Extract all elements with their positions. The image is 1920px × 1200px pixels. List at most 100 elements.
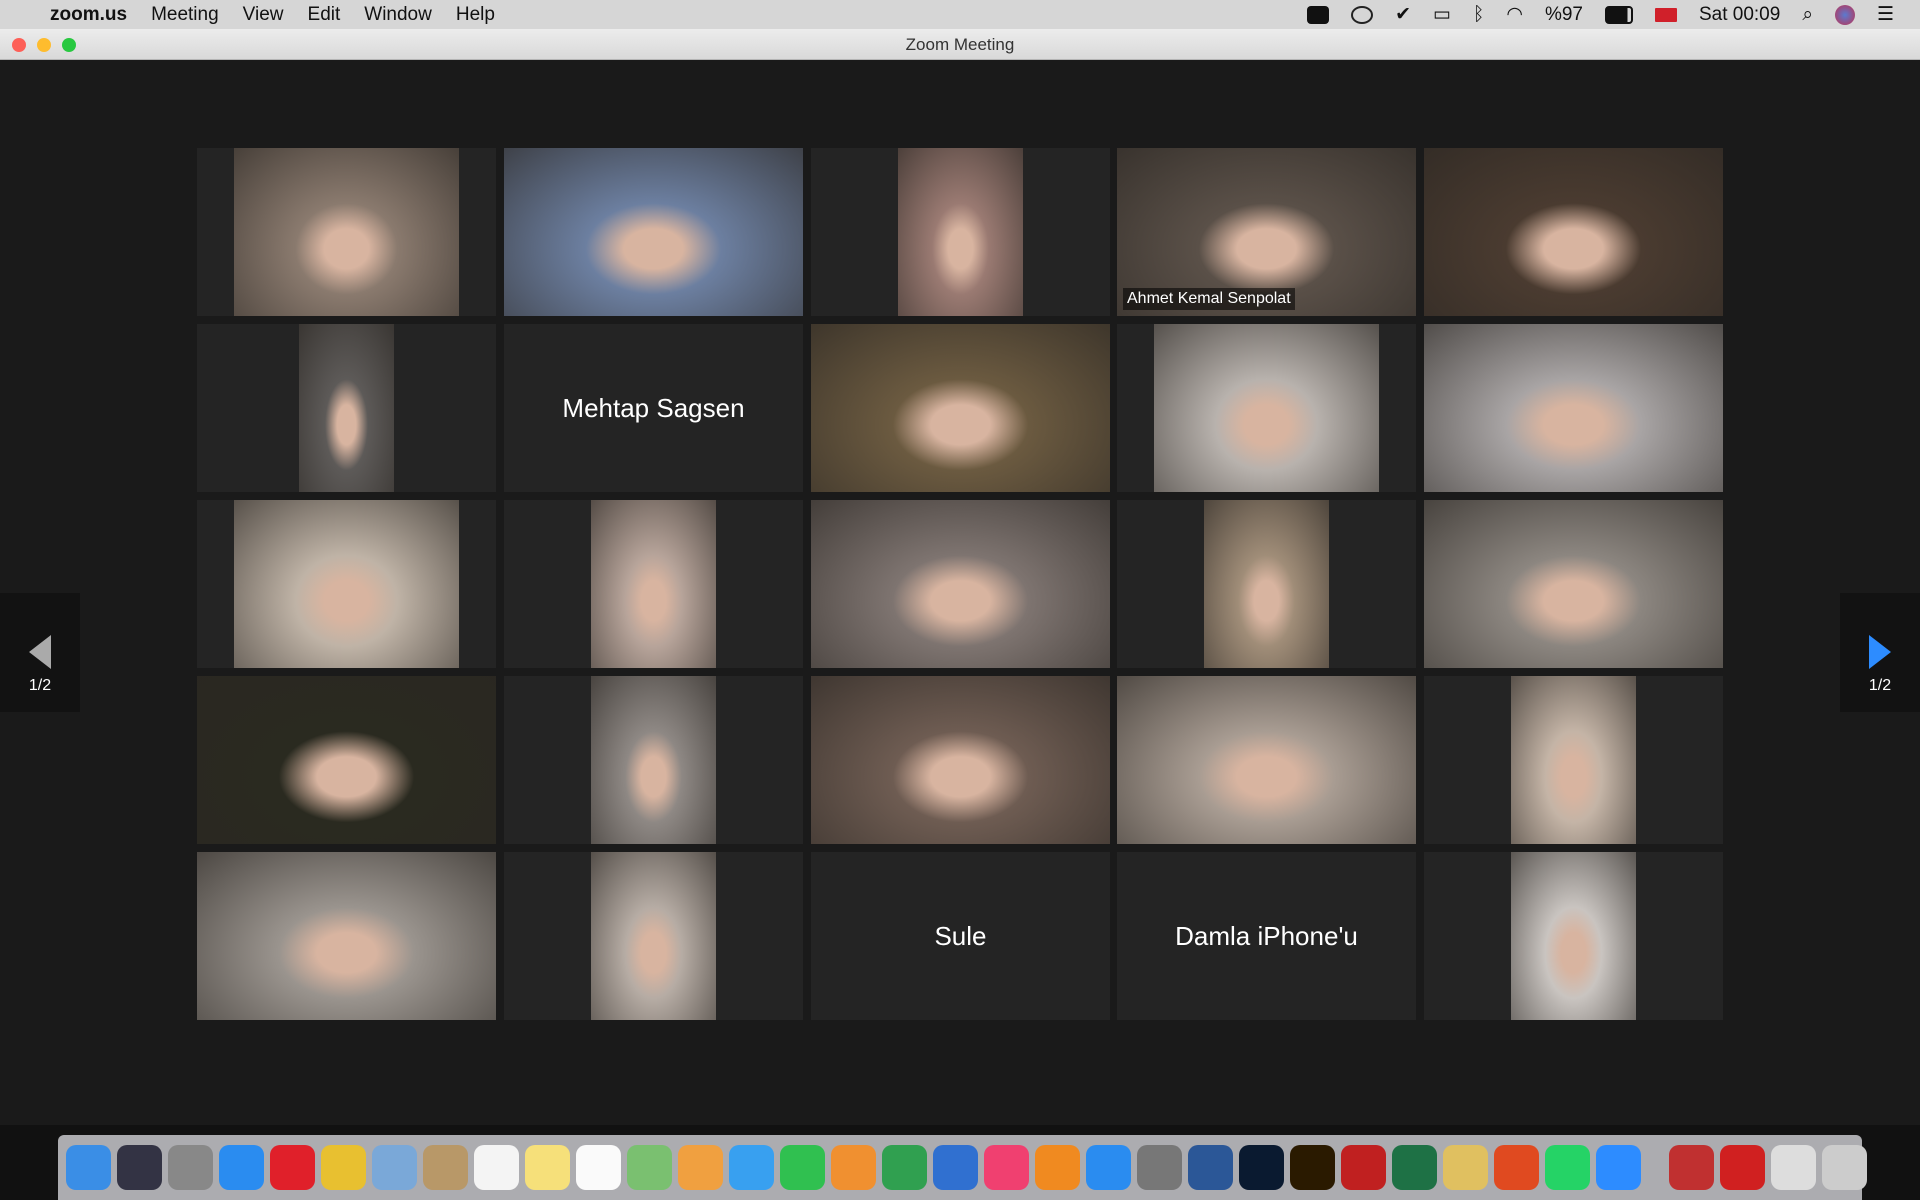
participant-video [1424,324,1723,492]
zoom-status-icon[interactable] [1307,5,1330,24]
numbers-icon[interactable] [882,1145,927,1190]
participant-tile[interactable] [1424,676,1723,844]
menu-app[interactable]: zoom.us [50,4,127,26]
menu-meeting[interactable]: Meeting [151,4,219,26]
participant-tile[interactable] [197,852,496,1020]
participant-video [811,676,1110,844]
itunes-icon[interactable] [984,1145,1029,1190]
spotlight-icon[interactable]: ⌕ [1802,4,1813,26]
arrow-left-icon [29,635,51,669]
participant-video [1204,500,1329,668]
notification-center-icon[interactable]: ☰ [1877,3,1894,26]
minimize-button[interactable] [37,38,51,52]
airplay-icon[interactable]: ▭ [1433,3,1451,26]
participant-tile[interactable] [811,324,1110,492]
wifi-icon[interactable]: ◠ [1506,3,1523,26]
word-icon[interactable] [1188,1145,1233,1190]
scissors-icon[interactable] [1443,1145,1488,1190]
zoom-window-button[interactable] [62,38,76,52]
participant-tile[interactable] [1424,324,1723,492]
pdf-doc-icon[interactable] [1669,1145,1714,1190]
participant-name-label: Ahmet Kemal Senpolat [1123,288,1295,310]
participant-video [504,148,803,316]
participant-tile[interactable] [1424,500,1723,668]
participant-tile[interactable]: Sule [811,852,1110,1020]
participant-tile[interactable] [197,676,496,844]
arrow-right-icon [1869,635,1891,669]
dock [58,1135,1867,1200]
acrobat-icon[interactable] [1341,1145,1386,1190]
bluetooth-icon[interactable]: ᛒ [1473,4,1484,26]
facetime-icon[interactable] [780,1145,825,1190]
excel-icon[interactable] [1392,1145,1437,1190]
trash-icon[interactable] [1822,1145,1867,1190]
opera-icon[interactable] [270,1145,315,1190]
menu-window[interactable]: Window [364,4,432,26]
participant-video [591,852,716,1020]
participant-video [898,148,1023,316]
zoom-icon[interactable] [1596,1145,1641,1190]
participant-tile[interactable]: Ahmet Kemal Senpolat [1117,148,1416,316]
participant-tile[interactable] [811,500,1110,668]
participant-tile[interactable] [504,148,803,316]
pages-icon[interactable] [831,1145,876,1190]
notes-icon[interactable] [525,1145,570,1190]
photos-icon[interactable] [678,1145,723,1190]
participant-video [1117,676,1416,844]
gallery-view: Ahmet Kemal Senpolat Mehtap Sagsen Sule Dam… [0,60,1920,1125]
keynote-icon[interactable] [933,1145,978,1190]
system-preferences-icon[interactable] [1137,1145,1182,1190]
creative-cloud-icon[interactable] [1351,5,1374,24]
clock[interactable]: Sat 00:09 [1699,4,1780,26]
messages-icon[interactable] [729,1145,774,1190]
participant-tile[interactable] [504,852,803,1020]
menu-edit[interactable]: Edit [308,4,341,26]
siri-icon[interactable] [1834,4,1855,25]
illustrator-icon[interactable] [1290,1145,1335,1190]
whatsapp-icon[interactable] [1545,1145,1590,1190]
participant-tile[interactable]: Mehtap Sagsen [504,324,803,492]
page-indicator-left: 1/2 [28,677,52,694]
photoshop-icon[interactable] [1239,1145,1284,1190]
participant-tile[interactable] [811,148,1110,316]
battery-percent: %97 [1544,3,1583,25]
menu-help[interactable]: Help [456,4,495,26]
acrobat-reader-icon[interactable] [1720,1145,1765,1190]
app-store-icon[interactable] [1086,1145,1131,1190]
close-button[interactable] [12,38,26,52]
safari-icon[interactable] [219,1145,264,1190]
participant-tile[interactable] [1424,852,1723,1020]
participant-tile[interactable] [811,676,1110,844]
participant-tile[interactable] [197,500,496,668]
participant-video [1511,852,1636,1020]
menu-view[interactable]: View [243,4,284,26]
calendar-icon[interactable] [474,1145,519,1190]
contacts-icon[interactable] [423,1145,468,1190]
participant-tile[interactable] [197,324,496,492]
participant-tile[interactable] [1117,324,1416,492]
books-icon[interactable] [1035,1145,1080,1190]
finder-icon[interactable] [66,1145,111,1190]
launchpad-icon[interactable] [168,1145,213,1190]
flag-icon[interactable] [1654,7,1677,22]
previous-page-button[interactable]: 1/2 [0,593,80,712]
participant-tile[interactable]: Damla iPhone'u [1117,852,1416,1020]
window-title: Zoom Meeting [905,35,1015,54]
next-page-button[interactable]: 1/2 [1840,593,1920,712]
participant-tile[interactable] [1117,676,1416,844]
participant-video [1424,148,1723,316]
reminders-icon[interactable] [576,1145,621,1190]
participant-tile[interactable] [504,676,803,844]
chrome-icon[interactable] [321,1145,366,1190]
participant-tile[interactable] [504,500,803,668]
office-icon[interactable] [1494,1145,1539,1190]
checkmark-icon[interactable]: ✔ [1395,3,1411,26]
mail-icon[interactable] [372,1145,417,1190]
preview-icon[interactable] [1771,1145,1816,1190]
siri-icon[interactable] [117,1145,162,1190]
battery-icon[interactable] [1604,5,1633,24]
participant-tile[interactable] [1117,500,1416,668]
maps-icon[interactable] [627,1145,672,1190]
participant-tile[interactable] [197,148,496,316]
participant-tile[interactable] [1424,148,1723,316]
